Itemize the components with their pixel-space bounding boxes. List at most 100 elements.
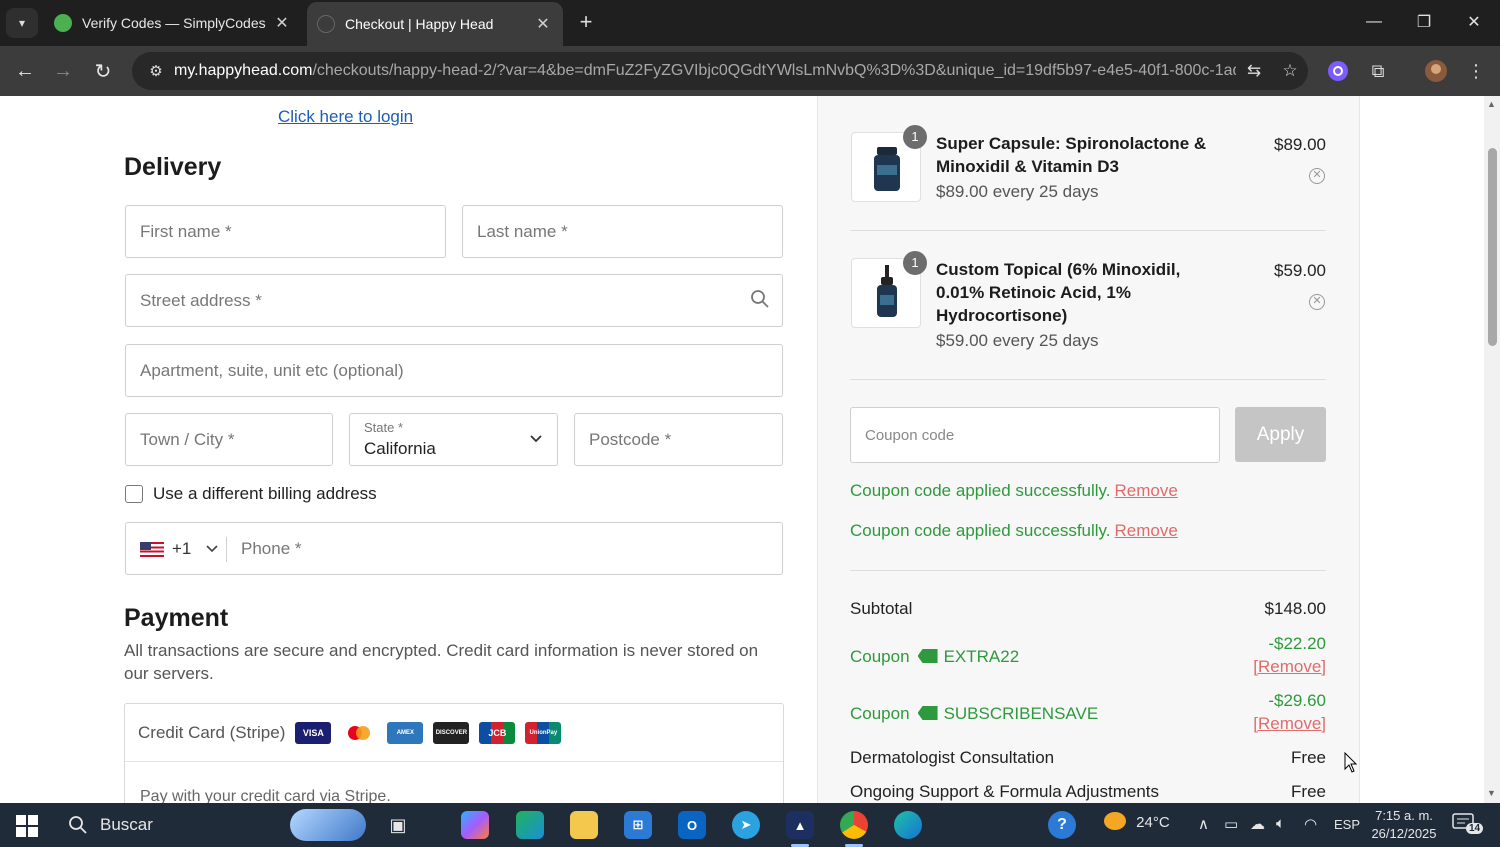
- apartment-field[interactable]: Apartment, suite, unit etc (optional): [125, 344, 783, 397]
- consultation-label: Dermatologist Consultation: [850, 748, 1055, 767]
- close-window-button[interactable]: ✕: [1454, 6, 1494, 38]
- minimize-button[interactable]: —: [1354, 6, 1394, 38]
- stripe-option[interactable]: Credit Card (Stripe) VISA AMEX DISCOVER …: [125, 704, 783, 762]
- edge-icon[interactable]: [894, 811, 922, 839]
- divider: [850, 230, 1326, 231]
- task-view-icon[interactable]: ▣: [384, 811, 412, 839]
- tab-search-button[interactable]: ▾: [6, 8, 38, 38]
- windows-start-icon[interactable]: [16, 815, 38, 837]
- temperature: 24°C: [1136, 814, 1170, 831]
- item-subscription: $59.00 every 25 days: [936, 331, 1099, 350]
- translate-icon[interactable]: ⇆: [1236, 61, 1272, 81]
- state-select[interactable]: State * California: [349, 413, 558, 466]
- bookmark-star-icon[interactable]: ☆: [1272, 61, 1308, 81]
- volume-icon[interactable]: 🔈︎: [1276, 815, 1285, 832]
- billing-checkbox[interactable]: [125, 485, 143, 503]
- remove-item-icon[interactable]: ✕: [1309, 294, 1325, 310]
- coupon-success-message: Coupon code applied successfully. Remove: [850, 481, 1178, 500]
- extensions-puzzle-icon[interactable]: ⧉: [1364, 57, 1392, 85]
- language-indicator[interactable]: ESP: [1334, 817, 1360, 832]
- reload-button[interactable]: ↻: [88, 56, 118, 86]
- payment-method-box[interactable]: Credit Card (Stripe) VISA AMEX DISCOVER …: [124, 703, 784, 803]
- chevron-up-icon[interactable]: ∧: [1198, 815, 1209, 833]
- search-icon: [751, 290, 769, 308]
- cloud-icon[interactable]: ☁: [1250, 815, 1265, 833]
- state-label: State *: [364, 420, 404, 435]
- new-tab-button[interactable]: +: [572, 8, 600, 36]
- forward-button[interactable]: →: [48, 56, 78, 86]
- device-icon[interactable]: ▭: [1224, 815, 1238, 833]
- last-name-field[interactable]: Last name *: [462, 205, 783, 258]
- copilot-icon[interactable]: [461, 811, 489, 839]
- consultation-value: Free: [1291, 748, 1326, 767]
- weather-widget[interactable]: 24°C: [1104, 812, 1170, 831]
- taskbar: Buscar ▣ ⊞ O ➤ ▲ ? 24°C ∧ ▭ ☁ 🔈︎ ◠ ESP 7…: [0, 803, 1500, 847]
- page-scrollbar[interactable]: ▲ ▼: [1484, 96, 1500, 803]
- payment-description: All transactions are secure and encrypte…: [124, 641, 759, 683]
- remove-coupon-link[interactable]: Remove: [1115, 521, 1178, 540]
- url-field[interactable]: ⚙ my.happyhead.com/checkouts/happy-head-…: [132, 52, 1308, 90]
- postcode-field[interactable]: Postcode *: [574, 413, 783, 466]
- first-name-placeholder: First name *: [140, 222, 232, 241]
- scroll-up-arrow-icon[interactable]: ▲: [1487, 99, 1496, 109]
- billing-checkbox-label: Use a different billing address: [153, 484, 377, 503]
- mouse-cursor-icon: [1344, 752, 1358, 773]
- vpn-app-icon[interactable]: ▲: [786, 811, 814, 839]
- clock[interactable]: 7:15 a. m. 26/12/2025: [1366, 807, 1442, 843]
- coupon-row-subscribensave: Coupon SUBSCRIBENSAVE -$29.60 [Remove]: [850, 691, 1326, 735]
- wifi-icon[interactable]: ◠: [1304, 815, 1317, 833]
- help-icon[interactable]: ?: [1048, 811, 1076, 839]
- site-info-icon[interactable]: ⚙: [138, 62, 174, 80]
- subtotal-label: Subtotal: [850, 599, 913, 618]
- city-placeholder: Town / City *: [140, 430, 235, 449]
- item-price: $59.00: [1274, 261, 1326, 280]
- chrome-icon[interactable]: [840, 811, 868, 839]
- apartment-placeholder: Apartment, suite, unit etc (optional): [140, 361, 404, 380]
- notification-count: 14: [1466, 823, 1484, 834]
- phone-country-select[interactable]: +1: [140, 539, 219, 559]
- checkout-page: Click here to login Delivery First name …: [0, 96, 1484, 803]
- coupon-code-input[interactable]: Coupon code: [850, 407, 1220, 463]
- delivery-heading: Delivery: [124, 153, 222, 181]
- search-highlight-image: [290, 809, 366, 841]
- store-app-icon[interactable]: [516, 811, 544, 839]
- outlook-icon[interactable]: O: [678, 811, 706, 839]
- tab-simplycodes[interactable]: Verify Codes — SimplyCodes ✕: [46, 0, 302, 46]
- phone-field[interactable]: +1 Phone *: [125, 522, 783, 575]
- billing-address-option[interactable]: Use a different billing address: [124, 484, 377, 504]
- extension-icon[interactable]: [1324, 57, 1352, 85]
- back-button[interactable]: ←: [10, 56, 40, 86]
- file-explorer-icon[interactable]: [570, 811, 598, 839]
- remove-coupon-link[interactable]: Remove: [1115, 481, 1178, 500]
- stripe-subtext: Pay with your credit card via Stripe.: [140, 788, 391, 803]
- tab-bar: ▾ Verify Codes — SimplyCodes ✕ Checkout …: [0, 0, 1500, 46]
- login-link[interactable]: Click here to login: [278, 107, 413, 127]
- remove-coupon-link[interactable]: [Remove]: [1253, 657, 1326, 677]
- street-address-field[interactable]: Street address *: [125, 274, 783, 327]
- browser-menu-icon[interactable]: ⋮: [1462, 57, 1490, 85]
- card-logos: VISA AMEX DISCOVER JCB UnionPay: [295, 721, 571, 744]
- coupon-amount: -$29.60: [1268, 691, 1326, 710]
- notification-center-icon[interactable]: 14: [1452, 813, 1484, 837]
- date: 26/12/2025: [1371, 826, 1437, 841]
- coupon-placeholder: Coupon code: [865, 427, 955, 444]
- last-name-placeholder: Last name *: [477, 222, 568, 241]
- restore-button[interactable]: ❐: [1404, 6, 1444, 38]
- remove-coupon-link[interactable]: [Remove]: [1253, 714, 1326, 734]
- close-icon[interactable]: ✕: [531, 14, 555, 34]
- telegram-icon[interactable]: ➤: [732, 811, 760, 839]
- scroll-thumb[interactable]: [1488, 148, 1497, 346]
- item-name: Super Capsule: Spironolactone & Minoxidi…: [936, 134, 1207, 176]
- remove-item-icon[interactable]: ✕: [1309, 168, 1325, 184]
- city-field[interactable]: Town / City *: [125, 413, 333, 466]
- apply-coupon-button[interactable]: Apply: [1235, 407, 1326, 462]
- scroll-down-arrow-icon[interactable]: ▼: [1487, 788, 1496, 798]
- microsoft-store-icon[interactable]: ⊞: [624, 811, 652, 839]
- close-icon[interactable]: ✕: [270, 13, 294, 33]
- first-name-field[interactable]: First name *: [125, 205, 446, 258]
- profile-avatar[interactable]: [1422, 57, 1450, 85]
- tab-checkout[interactable]: Checkout | Happy Head ✕: [307, 2, 563, 46]
- payment-heading: Payment: [124, 604, 229, 632]
- unionpay-icon: UnionPay: [525, 721, 562, 744]
- tag-icon: [917, 706, 938, 720]
